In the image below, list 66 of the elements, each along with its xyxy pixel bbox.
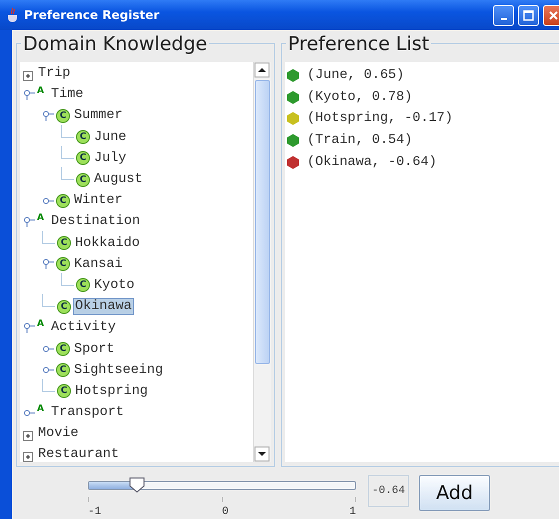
tree-item[interactable]: Transport	[49, 404, 126, 422]
close-button[interactable]	[543, 4, 559, 26]
preference-item[interactable]: (Kyoto, 0.78)	[307, 90, 412, 105]
window-title: Preference Register	[24, 8, 160, 22]
class-icon: C	[57, 300, 71, 314]
scroll-down-icon[interactable]	[254, 446, 270, 462]
preference-item[interactable]: (Okinawa, -0.64)	[307, 154, 437, 170]
add-button[interactable]: Add	[419, 475, 490, 511]
attribute-icon: A	[37, 404, 47, 414]
tree-item[interactable]: Restaurant	[36, 446, 122, 462]
tick-label: 0	[222, 506, 229, 518]
class-icon: C	[57, 236, 71, 250]
maximize-button[interactable]	[518, 4, 539, 26]
tree-item[interactable]: Kansai	[72, 256, 125, 273]
expand-plus-icon[interactable]	[23, 71, 34, 82]
tree-item[interactable]: Trip	[36, 65, 72, 82]
class-icon: C	[56, 257, 70, 272]
tree-item[interactable]: Movie	[36, 425, 81, 442]
minimize-icon	[500, 18, 506, 20]
expanded-handle-icon[interactable]	[42, 110, 54, 122]
tree-item[interactable]: Activity	[49, 319, 118, 336]
minimize-button[interactable]	[493, 4, 514, 26]
expand-plus-icon[interactable]	[23, 431, 34, 442]
tree-item[interactable]: Summer	[72, 107, 125, 124]
attribute-icon: A	[37, 213, 47, 224]
cup-icon	[6, 7, 20, 23]
preference-item[interactable]: (Hotspring, -0.17)	[307, 111, 453, 126]
expanded-handle-icon[interactable]	[23, 322, 35, 334]
class-icon: C	[56, 194, 70, 208]
maximize-icon	[523, 10, 534, 20]
tree-item[interactable]: Sightseeing	[72, 362, 166, 379]
class-icon: C	[76, 151, 90, 166]
expanded-handle-icon[interactable]	[23, 216, 35, 228]
class-icon: C	[56, 363, 70, 378]
tree-item[interactable]: Time	[49, 86, 86, 104]
close-icon	[548, 10, 559, 20]
tree-item[interactable]: Okinawa	[73, 298, 134, 316]
tick-label: -1	[88, 506, 102, 518]
tree-item[interactable]: Kyoto	[92, 276, 137, 294]
class-icon: C	[57, 384, 71, 398]
tree-item[interactable]: Winter	[72, 192, 125, 210]
expanded-handle-icon[interactable]	[42, 258, 54, 270]
class-icon: C	[56, 108, 70, 123]
value-display: -0.64	[368, 475, 410, 507]
tree-item[interactable]: Sport	[72, 340, 117, 358]
expand-plus-icon[interactable]	[23, 452, 34, 462]
tree-item[interactable]: Hokkaido	[73, 234, 142, 252]
class-icon: C	[76, 278, 90, 292]
scrollbar[interactable]	[253, 62, 272, 462]
class-icon: C	[76, 130, 90, 144]
expanded-handle-icon[interactable]	[23, 88, 35, 101]
attribute-icon: A	[37, 319, 47, 330]
class-icon: C	[56, 342, 70, 356]
tree-item[interactable]: July	[92, 150, 128, 167]
tree-item[interactable]: August	[92, 171, 145, 188]
tick-label: 1	[349, 506, 356, 518]
tree-item[interactable]: Destination	[49, 213, 142, 230]
preference-item[interactable]: (June, 0.65)	[307, 68, 404, 84]
tree-item[interactable]: June	[92, 128, 128, 146]
attribute-icon: A	[37, 86, 47, 96]
slider-thumb[interactable]	[128, 477, 145, 493]
class-icon: C	[76, 172, 90, 187]
tree-item[interactable]: Hotspring	[73, 382, 150, 400]
preference-item[interactable]: (Train, 0.54)	[307, 133, 412, 148]
panel-title: Domain Knowledge	[21, 33, 210, 55]
scroll-up-icon[interactable]	[254, 62, 270, 78]
